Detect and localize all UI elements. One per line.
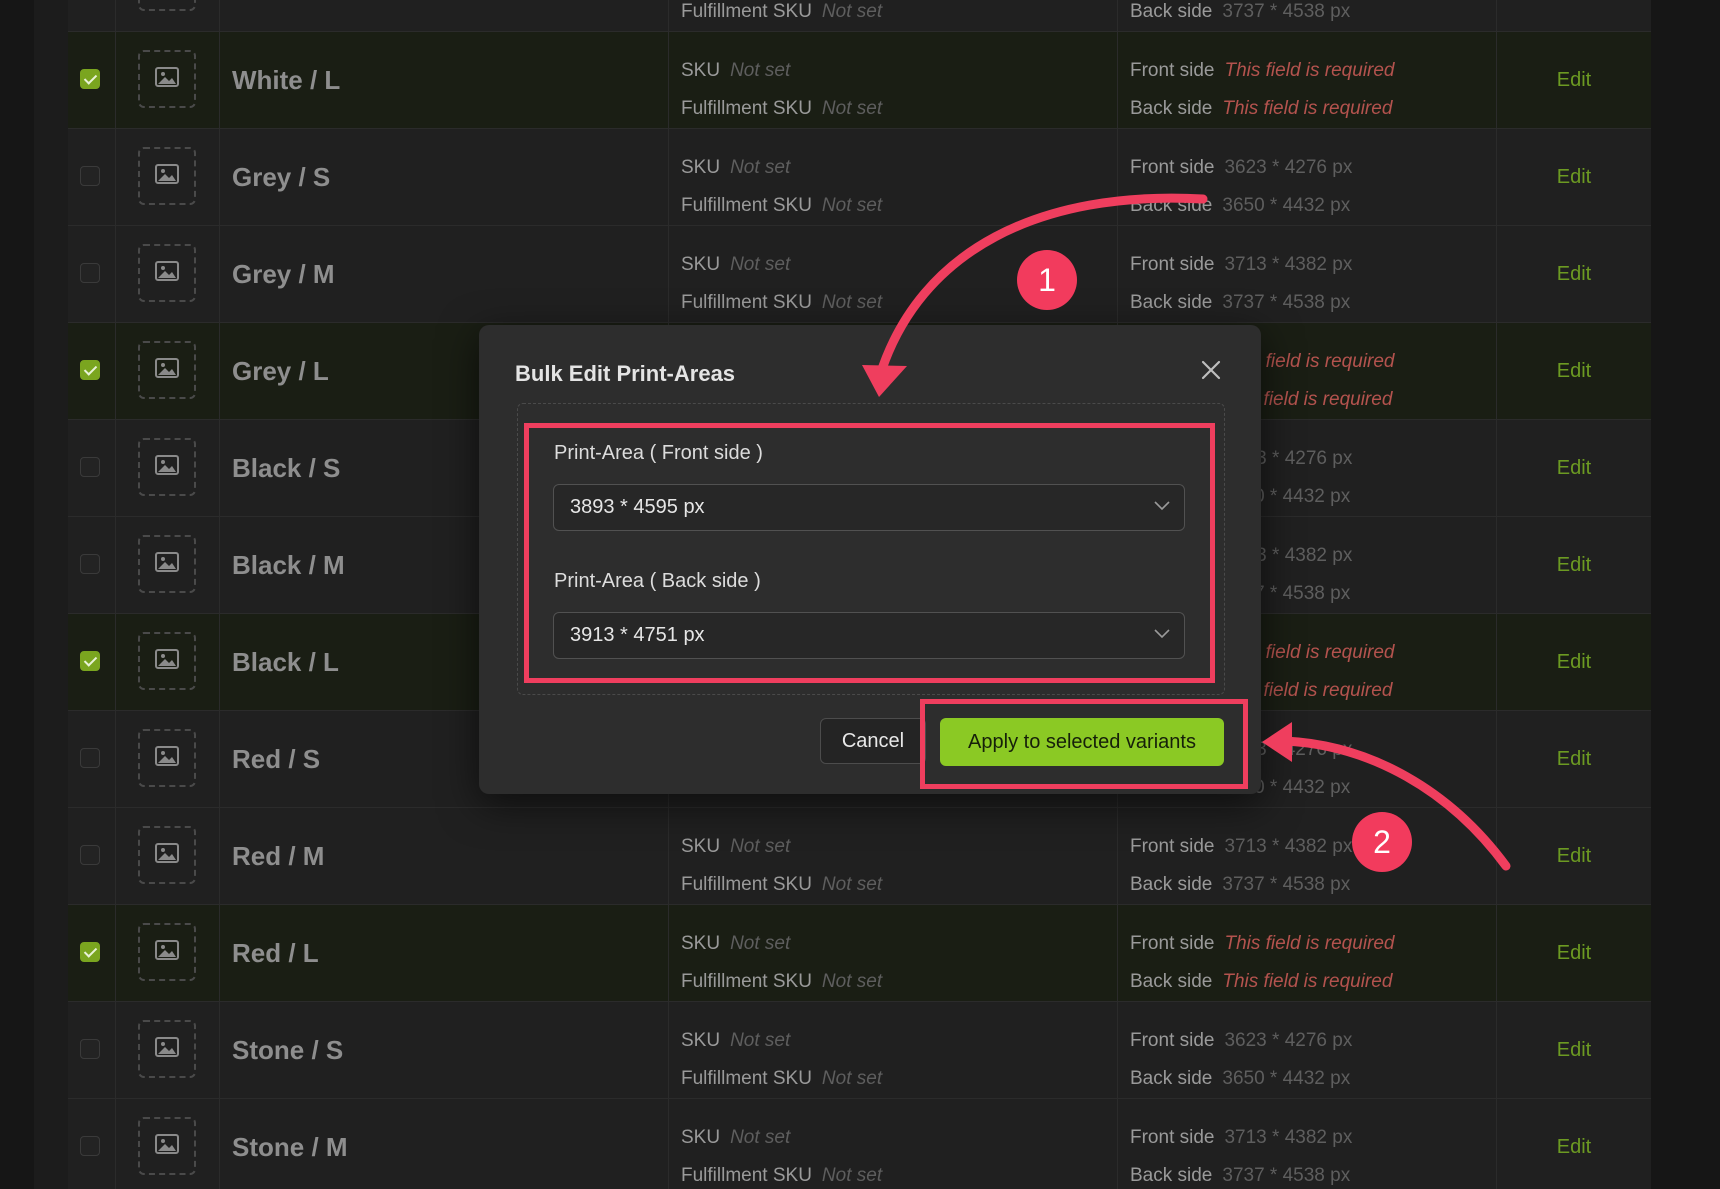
arrow-1-head bbox=[862, 365, 907, 397]
arrow-2-head bbox=[1262, 722, 1292, 762]
step-2-badge: 2 bbox=[1352, 812, 1412, 872]
annotation-arrows bbox=[862, 193, 1511, 871]
step-1-badge: 1 bbox=[1017, 250, 1077, 310]
